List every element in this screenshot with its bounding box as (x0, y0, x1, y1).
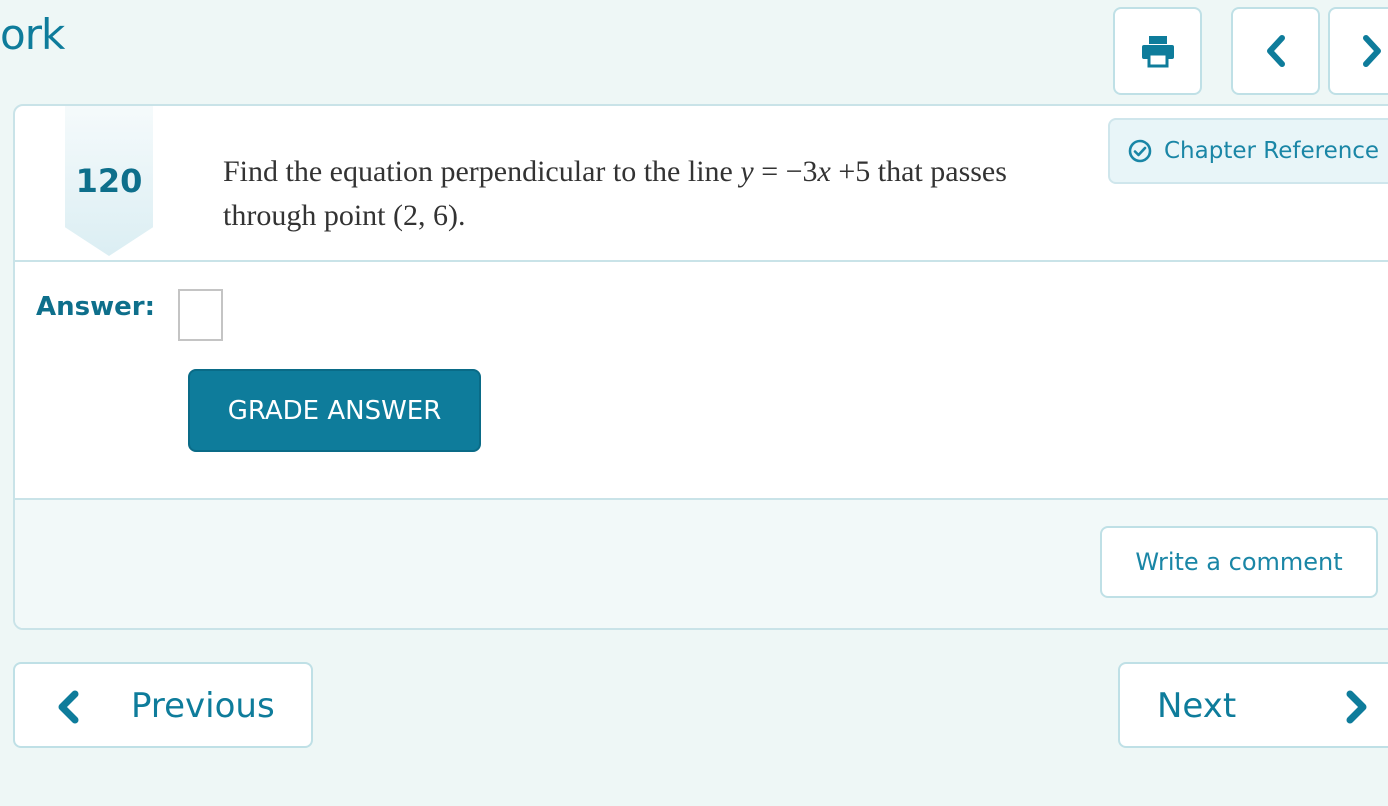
problem-card: 120 Find the equation perpendicular to t… (13, 104, 1388, 630)
equation-rest: +5 (830, 155, 871, 188)
equation-x: x (817, 155, 831, 188)
equation-eq: = −3 (753, 155, 818, 188)
chevron-left-icon (58, 690, 79, 724)
printer-icon (1141, 36, 1174, 68)
prev-problem-button[interactable] (1231, 7, 1320, 95)
chevron-left-icon (1266, 35, 1285, 67)
divider (15, 260, 1388, 262)
chevron-right-icon (1346, 690, 1367, 724)
answer-input[interactable] (178, 289, 223, 341)
print-button[interactable] (1113, 7, 1202, 95)
previous-label: Previous (131, 686, 275, 726)
previous-button[interactable]: Previous (13, 662, 313, 748)
write-comment-button[interactable]: Write a comment (1100, 526, 1378, 598)
check-circle-icon (1128, 139, 1152, 163)
question-text-part1: Find the equation perpendicular to the l… (223, 155, 741, 188)
chevron-right-icon (1363, 35, 1381, 67)
next-button[interactable]: Next (1118, 662, 1388, 748)
problem-number-ribbon: 120 (65, 106, 153, 256)
chapter-reference-button[interactable]: Chapter Reference (1108, 118, 1388, 184)
equation-y: y (740, 155, 754, 188)
question-text: Find the equation perpendicular to the l… (223, 150, 1023, 238)
chapter-reference-label: Chapter Reference (1164, 138, 1380, 164)
page-title: ork (0, 10, 65, 59)
problem-number: 120 (75, 162, 143, 200)
next-problem-button[interactable] (1328, 7, 1388, 95)
comment-footer: Write a comment (15, 498, 1388, 628)
next-label: Next (1157, 686, 1237, 726)
grade-answer-button[interactable]: GRADE ANSWER (188, 369, 481, 452)
answer-label: Answer: (36, 292, 155, 322)
